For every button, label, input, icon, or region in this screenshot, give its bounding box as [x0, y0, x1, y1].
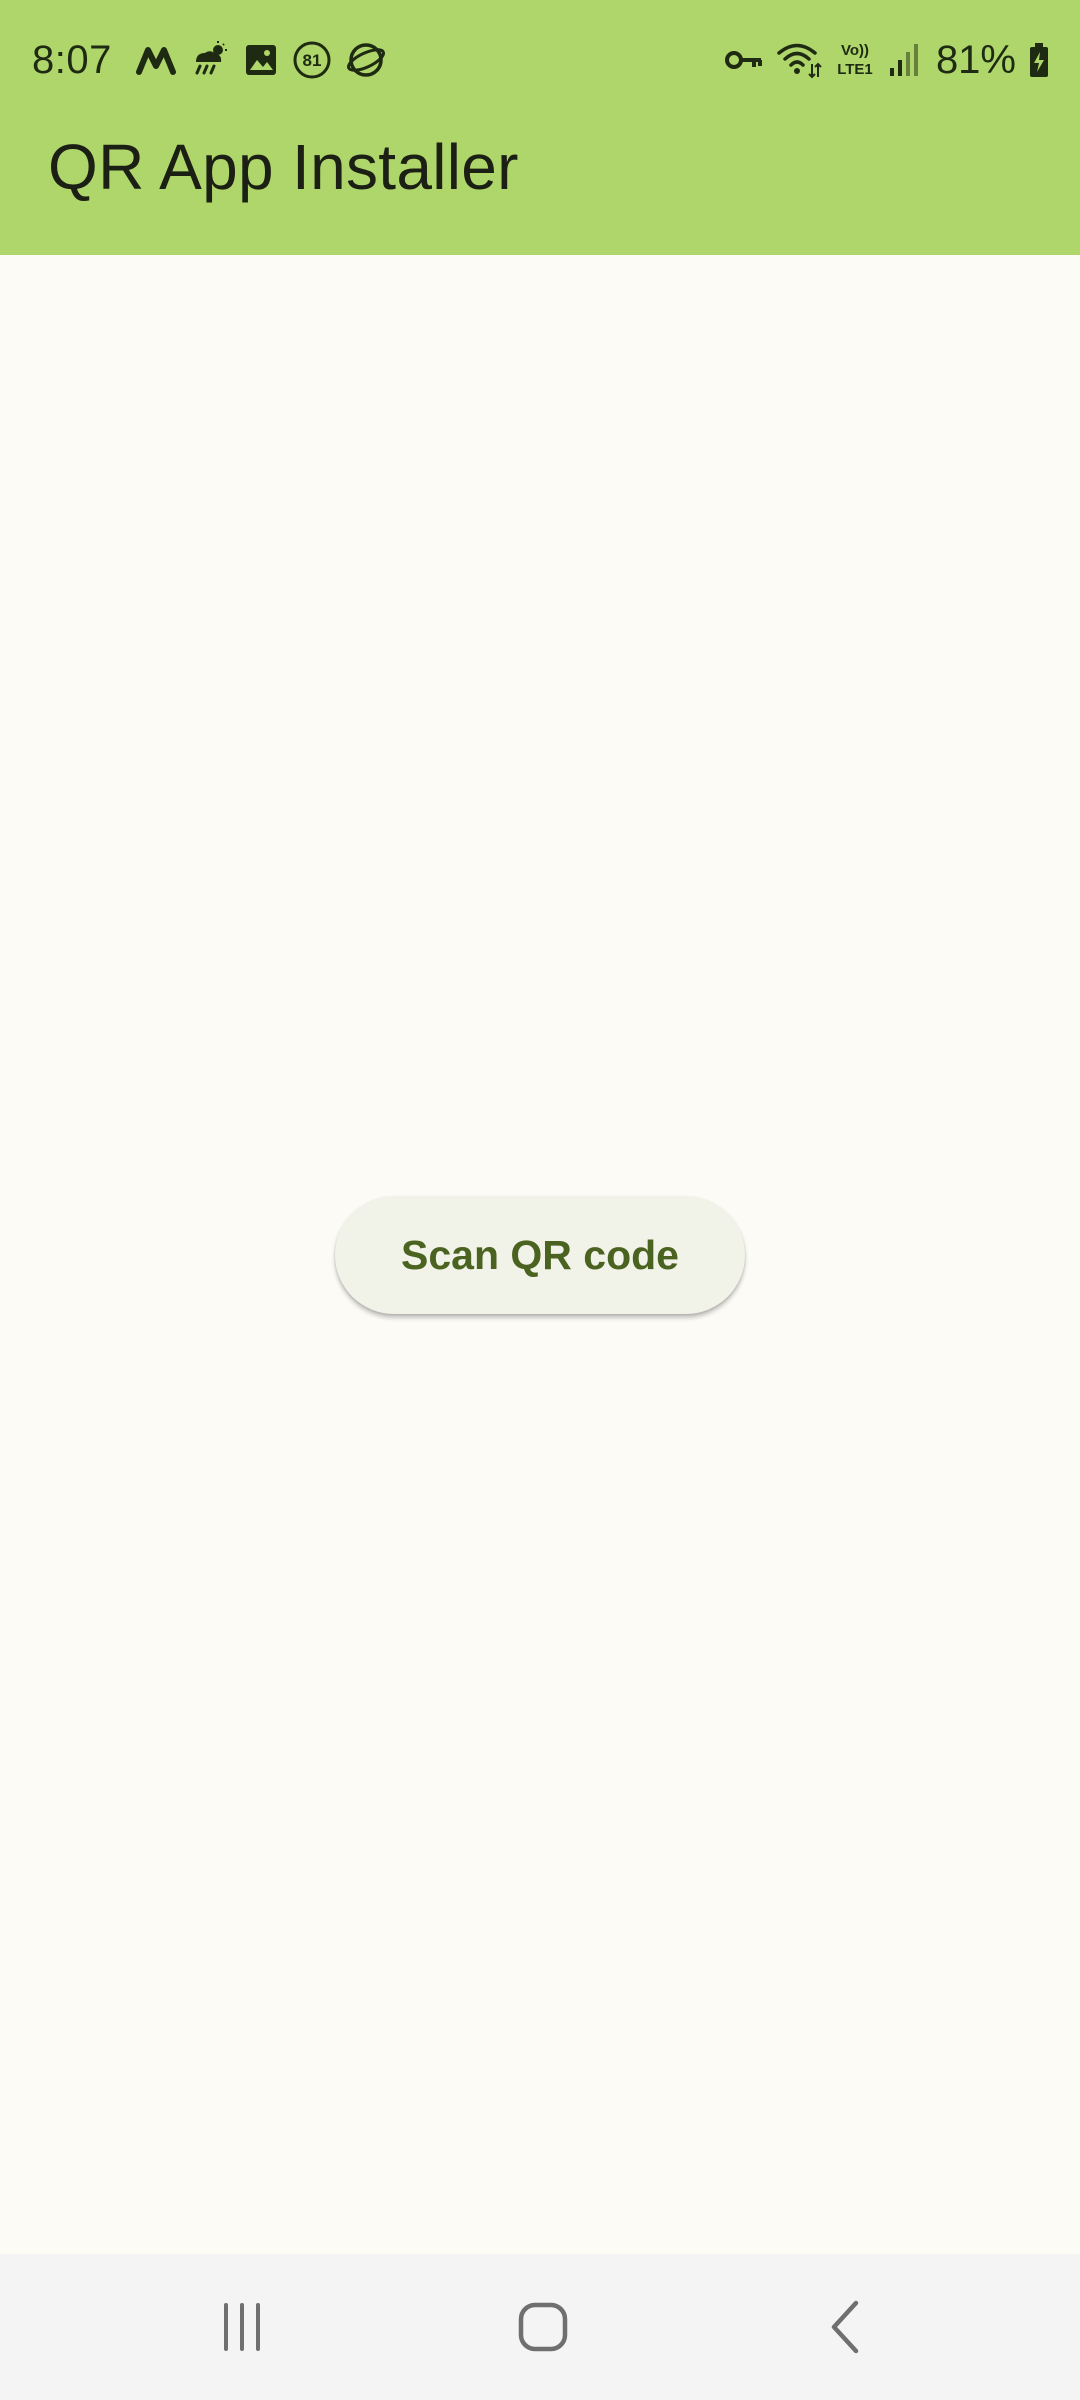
volte-lte-icon: Vo)) LTE1 [834, 40, 876, 80]
recents-button[interactable] [162, 2254, 322, 2400]
gallery-icon [244, 43, 278, 77]
top-header: 8:07 81 Vo)) LTE1 81% QR App Installer [0, 0, 1080, 255]
home-icon [517, 2301, 569, 2353]
status-right: Vo)) LTE1 81% [724, 34, 1050, 86]
status-time: 8:07 [32, 37, 112, 82]
signal-icon [888, 42, 918, 78]
badge-81-icon: 81 [292, 40, 332, 80]
browser-icon [346, 40, 386, 80]
scan-qr-code-button[interactable]: Scan QR code [335, 1196, 745, 1314]
battery-percent: 81% [935, 37, 1016, 82]
home-button[interactable] [463, 2254, 623, 2400]
recents-icon [217, 2302, 267, 2352]
wifi-icon [776, 40, 822, 80]
m-logo-icon [135, 44, 176, 76]
app-screen: 8:07 81 Vo)) LTE1 81% QR App Installer S… [0, 0, 1080, 2400]
badge-81-text: 81 [302, 51, 321, 70]
navigation-bar [0, 2254, 1080, 2400]
volte-label: Vo)) [841, 42, 869, 59]
battery-charging-icon [1028, 42, 1050, 78]
lte-label: LTE1 [837, 61, 873, 78]
status-bar: 8:07 81 Vo)) LTE1 81% [0, 0, 1080, 120]
app-title: QR App Installer [48, 131, 519, 203]
weather-rain-icon [190, 40, 230, 80]
back-button[interactable] [766, 2254, 926, 2400]
vpn-key-icon [724, 48, 764, 72]
status-left: 8:07 81 [32, 34, 386, 86]
back-icon [826, 2299, 866, 2355]
